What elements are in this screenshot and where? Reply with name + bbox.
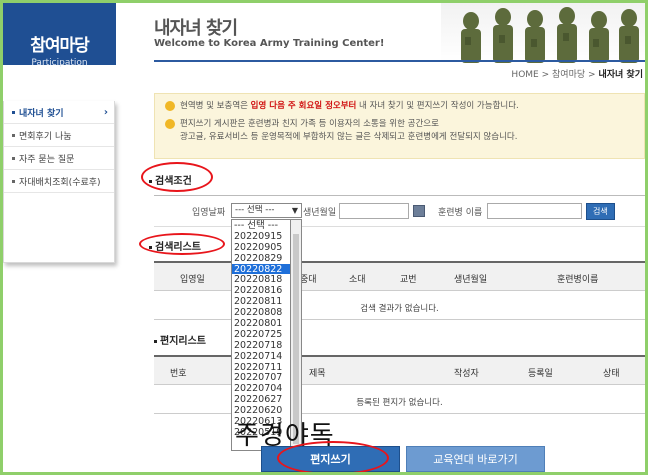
sidebar-item-visit-reviews[interactable]: 면회후기 나눔	[4, 124, 114, 147]
red-highlight-circle	[139, 233, 225, 255]
chevron-down-icon: ▼	[291, 206, 298, 215]
col-no: 번호	[170, 369, 187, 379]
col-title: 제목	[309, 369, 326, 379]
lightbulb-icon	[165, 119, 175, 129]
result-empty-message: 검색 결과가 없습니다.	[360, 304, 439, 314]
notice-line-2: 편지쓰기 게시판은 훈련병과 친지 가족 등 이용자의 소통을 위한 공간으로	[165, 118, 634, 131]
notice-line-1: 현역병 및 보충역은 입영 다음 주 회요일 정오부터 내 자녀 찾기 및 편지…	[165, 100, 634, 113]
letters-empty-message: 등록된 편지가 없습니다.	[356, 398, 443, 408]
notice-text-pre: 현역병 및 보충역은	[180, 101, 251, 111]
enlist-date-label: 입영날짜	[192, 207, 226, 218]
page-frame: 참여마당 Participation 내자녀 찾기 › 면회후기 나눔 자주 묻…	[3, 3, 645, 472]
select-value: --- 선택 ---	[235, 205, 275, 215]
search-form: 입영날짜 생년월일 훈련병 이름 검색	[154, 195, 645, 227]
col-status: 상태	[603, 369, 620, 379]
col-company: 중대	[300, 275, 317, 285]
lightbulb-icon	[165, 101, 175, 111]
red-highlight-circle	[277, 441, 389, 472]
birthdate-label: 생년월일	[303, 207, 337, 218]
letters-section-title: 편지리스트	[154, 332, 206, 347]
dropdown-option[interactable]: 20220801	[232, 318, 290, 329]
sidebar-menu: 내자녀 찾기 › 면회후기 나눔 자주 묻는 질문 자대배치조회(수료후)	[3, 101, 115, 263]
dropdown-option[interactable]: 20220822	[232, 263, 290, 275]
bullet-icon	[154, 339, 157, 343]
col-platoon: 소대	[349, 275, 366, 285]
result-table-header: 입영일 중대 소대 교번 생년월일 훈련병이름	[154, 261, 645, 291]
col-author: 작성자	[454, 369, 479, 379]
breadcrumb-section[interactable]: 참여마당	[552, 70, 585, 80]
notice-text-2: 편지쓰기 게시판은 훈련병과 친지 가족 등 이용자의 소통을 위한 공간으로	[180, 119, 439, 129]
header-divider	[154, 60, 645, 62]
sidebar-item-unit-lookup[interactable]: 자대배치조회(수료후)	[4, 170, 114, 193]
bullet-icon	[12, 179, 15, 183]
calendar-icon[interactable]	[413, 205, 425, 217]
soldiers-banner-image	[441, 3, 645, 63]
col-number: 교번	[400, 275, 417, 285]
notice-text-1: 현역병 및 보충역은 입영 다음 주 회요일 정오부터 내 자녀 찾기 및 편지…	[180, 100, 519, 113]
sidebar-subtitle: Participation	[31, 58, 88, 68]
dropdown-option[interactable]: --- 선택 ---	[232, 220, 290, 231]
notice-highlight: 입영 다음 주 회요일 정오부터	[250, 101, 357, 111]
dropdown-option[interactable]: 20220905	[232, 242, 290, 253]
notice-text-post: 내 자녀 찾기 및 편지쓰기 작성이 가능합니다.	[356, 101, 519, 111]
dropdown-option[interactable]: 20220704	[232, 383, 290, 394]
page-subtitle: Welcome to Korea Army Training Center!	[154, 38, 385, 49]
letters-section-label: 편지리스트	[160, 336, 206, 347]
notice-box: 현역병 및 보충역은 입영 다음 주 회요일 정오부터 내 자녀 찾기 및 편지…	[154, 93, 645, 159]
trainee-name-label: 훈련병 이름	[438, 207, 483, 218]
breadcrumb: HOME > 참여마당 > 내자녀 찾기	[511, 67, 643, 80]
letters-table-header: 번호 제목 작성자 등록일 상태	[154, 355, 645, 385]
birthdate-input[interactable]	[339, 203, 409, 219]
dropdown-option[interactable]: 20220818	[232, 274, 290, 286]
dropdown-option[interactable]: 20220816	[232, 285, 290, 296]
dropdown-option[interactable]: 20220808	[232, 307, 290, 318]
red-highlight-circle	[141, 162, 213, 192]
sidebar-header: 참여마당 Participation	[3, 3, 116, 68]
sidebar-item-faq[interactable]: 자주 묻는 질문	[4, 147, 114, 170]
row-divider	[154, 319, 645, 320]
breadcrumb-separator: >	[588, 70, 596, 80]
dropdown-option[interactable]: 20220714	[232, 351, 290, 362]
breadcrumb-separator: >	[541, 70, 550, 80]
sidebar-item-label: 내자녀 찾기	[19, 108, 64, 119]
sidebar-item-label: 자대배치조회(수료후)	[19, 177, 101, 188]
sidebar-title: 참여마당	[30, 36, 90, 56]
trainee-name-input[interactable]	[487, 203, 582, 219]
notice-text-3: 광고글, 유료서비스 등 운영목적에 부합하지 않는 글은 삭제되고 훈련병에게…	[180, 132, 518, 142]
dropdown-option[interactable]: 20220707	[232, 372, 290, 384]
chevron-right-icon: ›	[103, 106, 108, 118]
row-divider	[154, 413, 645, 414]
go-regiment-button[interactable]: 교육연대 바로가기	[406, 446, 545, 472]
bullet-icon	[12, 133, 15, 137]
enlist-date-select[interactable]: --- 선택 --- ▼	[231, 203, 302, 218]
page-title: 내자녀 찾기	[154, 18, 238, 39]
sidebar-item-find-child[interactable]: 내자녀 찾기 ›	[4, 101, 114, 124]
col-trainee-name: 훈련병이름	[557, 275, 599, 285]
dropdown-option[interactable]: 20220829	[232, 253, 290, 264]
dropdown-option[interactable]: 20220711	[232, 362, 290, 373]
dropdown-option[interactable]: 20220811	[232, 296, 290, 307]
bullet-icon	[12, 156, 15, 160]
breadcrumb-current: 내자녀 찾기	[598, 70, 643, 80]
breadcrumb-home[interactable]: HOME	[511, 70, 538, 80]
scrollbar-thumb[interactable]	[293, 234, 299, 444]
dropdown-option[interactable]: 20220725	[232, 329, 290, 340]
dropdown-option[interactable]: 20220718	[232, 340, 290, 351]
col-enlist-date: 입영일	[180, 275, 205, 285]
soldiers-illustration	[461, 7, 639, 63]
col-date: 등록일	[528, 369, 553, 379]
sidebar-item-label: 면회후기 나눔	[19, 131, 72, 142]
bullet-icon	[12, 110, 15, 114]
dropdown-option[interactable]: 20220627	[232, 394, 290, 405]
search-button[interactable]: 검색	[586, 202, 615, 220]
notice-line-3: 광고글, 유료서비스 등 운영목적에 부합하지 않는 글은 삭제되고 훈련병에게…	[165, 131, 634, 144]
col-birthdate: 생년월일	[454, 275, 488, 285]
dropdown-option[interactable]: 20220915	[232, 231, 290, 242]
sidebar-item-label: 자주 묻는 질문	[19, 154, 75, 165]
